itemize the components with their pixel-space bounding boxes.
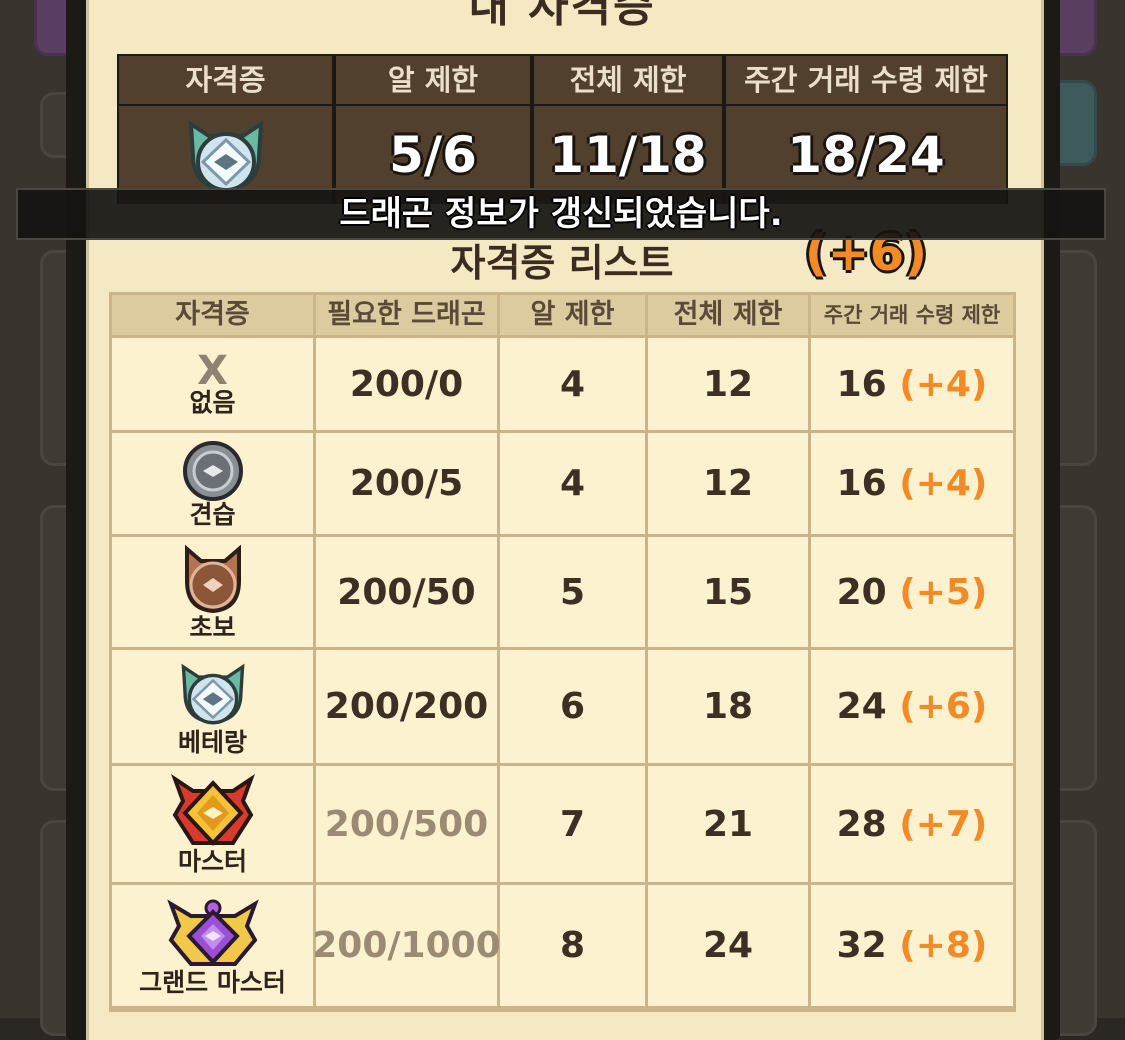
table-row-license: 초보 bbox=[112, 537, 313, 647]
x-mark-icon: X bbox=[197, 348, 228, 394]
list-header-egg: 알 제한 bbox=[500, 295, 645, 335]
list-header-license: 자격증 bbox=[112, 295, 313, 335]
my-license-header-total: 전체 제한 bbox=[534, 56, 722, 104]
list-header-weekly: 주간 거래 수령 제한 bbox=[811, 295, 1013, 335]
total-limit: 21 bbox=[648, 766, 808, 882]
my-license-table: 자격증 알 제한 전체 제한 주간 거래 수령 제한 5/6 11/18 18/… bbox=[117, 54, 1008, 282]
weekly-limit: 32 bbox=[836, 925, 887, 966]
weekly-bonus: (+4) bbox=[899, 463, 988, 504]
required-dragons: 200/5 bbox=[316, 433, 497, 534]
total-limit: 12 bbox=[648, 338, 808, 430]
egg-limit: 4 bbox=[500, 433, 645, 534]
license-name: 초보 bbox=[189, 613, 236, 642]
weekly-limit-cell: 28 (+7) bbox=[811, 766, 1013, 882]
list-header-total: 전체 제한 bbox=[648, 295, 808, 335]
license-name: 베테랑 bbox=[177, 727, 247, 757]
total-limit: 12 bbox=[648, 433, 808, 534]
weekly-bonus: (+8) bbox=[899, 925, 988, 966]
weekly-limit-cell: 24 (+6) bbox=[811, 650, 1013, 763]
beginner-badge-icon bbox=[184, 544, 241, 614]
veteran-badge-icon bbox=[181, 663, 244, 724]
list-header-required-dragons: 필요한 드래곤 bbox=[316, 295, 497, 335]
required-dragons: 200/500 bbox=[316, 766, 497, 882]
weekly-bonus: (+4) bbox=[899, 363, 988, 405]
required-dragons: 200/50 bbox=[316, 537, 497, 647]
egg-limit: 6 bbox=[500, 650, 645, 763]
my-weekly-limit: 18/24 bbox=[787, 126, 945, 184]
license-name: 없음 bbox=[189, 388, 236, 417]
weekly-bonus: (+5) bbox=[899, 571, 988, 613]
required-dragons: 200/200 bbox=[316, 650, 497, 763]
egg-limit: 7 bbox=[500, 766, 645, 882]
weekly-limit-cell: 20 (+5) bbox=[811, 537, 1013, 647]
weekly-limit-cell: 16 (+4) bbox=[811, 338, 1013, 430]
license-name: 견습 bbox=[189, 499, 236, 529]
apprentice-badge-icon bbox=[182, 440, 243, 501]
weekly-limit: 16 bbox=[836, 463, 887, 504]
weekly-bonus: (+7) bbox=[899, 803, 988, 845]
egg-limit: 4 bbox=[500, 338, 645, 430]
license-name: 마스터 bbox=[177, 847, 247, 876]
table-row-license: X 없음 bbox=[112, 338, 313, 430]
my-license-header-weekly: 주간 거래 수령 제한 bbox=[726, 56, 1006, 104]
required-dragons: 200/0 bbox=[316, 338, 497, 430]
weekly-limit-cell: 32 (+8) bbox=[811, 885, 1013, 1006]
background-left bbox=[0, 0, 106, 1036]
my-license-header-egg: 알 제한 bbox=[336, 56, 530, 104]
toast-notification: 드래곤 정보가 갱신되었습니다. bbox=[16, 188, 1106, 240]
background-right bbox=[1031, 0, 1125, 1036]
table-row-license: 견습 bbox=[112, 433, 313, 534]
table-row-license: 그랜드 마스터 bbox=[112, 885, 313, 1006]
license-name: 그랜드 마스터 bbox=[139, 967, 286, 997]
table-row-license: 마스터 bbox=[112, 766, 313, 882]
weekly-limit: 20 bbox=[836, 571, 887, 613]
table-row-license: 베테랑 bbox=[112, 650, 313, 763]
egg-limit: 5 bbox=[500, 537, 645, 647]
weekly-limit: 16 bbox=[836, 363, 887, 405]
weekly-limit: 24 bbox=[836, 686, 887, 727]
veteran-badge-icon bbox=[188, 120, 263, 193]
weekly-limit: 28 bbox=[836, 803, 887, 845]
grand-master-badge-icon bbox=[166, 898, 259, 966]
my-license-header-license: 자격증 bbox=[119, 56, 332, 104]
license-list-title: 자격증 리스트 bbox=[450, 241, 674, 285]
weekly-bonus: (+6) bbox=[899, 686, 988, 727]
master-badge-icon bbox=[170, 773, 255, 846]
license-list-table: 자격증 필요한 드래곤 알 제한 전체 제한 주간 거래 수령 제한 X 없음 … bbox=[109, 292, 1016, 1012]
total-limit: 15 bbox=[648, 537, 808, 647]
popup-title: 내 자격증 bbox=[468, 0, 656, 32]
total-limit: 18 bbox=[648, 650, 808, 763]
weekly-limit-cell: 16 (+4) bbox=[811, 433, 1013, 534]
required-dragons: 200/1000 bbox=[312, 885, 501, 1006]
egg-limit: 8 bbox=[500, 885, 645, 1006]
total-limit: 24 bbox=[648, 885, 808, 1006]
